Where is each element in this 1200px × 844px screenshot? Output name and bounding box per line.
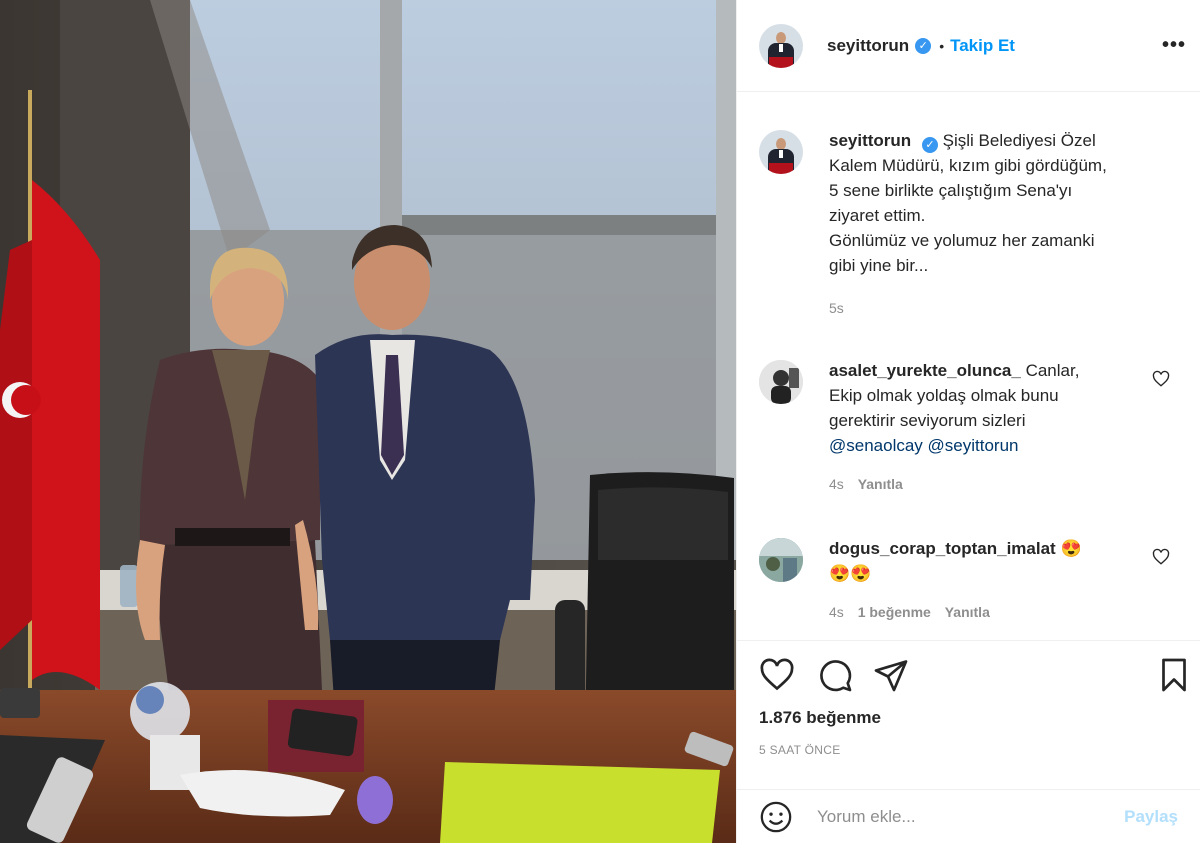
commenter-username[interactable]: asalet_yurekte_olunca_ <box>829 361 1021 380</box>
comment-time[interactable]: 4s <box>829 476 844 492</box>
verified-badge-icon: ✓ <box>921 137 938 153</box>
post-header: seyittorun ✓ • Takip Et ••• <box>737 0 1200 92</box>
comment-meta: 4s 1 beğenme Yanıtla <box>829 600 1150 625</box>
post-comment-button[interactable]: Paylaş <box>1124 807 1178 827</box>
author-avatar[interactable] <box>759 23 803 68</box>
verified-badge-icon: ✓ <box>915 37 932 54</box>
comment-text-line: Ekip olmak yoldaş olmak bunu <box>829 386 1059 405</box>
likes-count[interactable]: 1.876 beğenme <box>759 708 881 728</box>
caption-text-line: Kalem Müdürü, kızım gibi gördüğüm, <box>829 156 1107 175</box>
add-comment-bar: Paylaş <box>737 789 1200 844</box>
photo-illustration <box>0 0 736 843</box>
more-options-icon[interactable]: ••• <box>1162 34 1186 57</box>
caption-body: seyittorun ✓ Şişli Belediyesi Özel Kalem… <box>829 128 1178 321</box>
caption-time[interactable]: 5s <box>829 296 1150 321</box>
caption-text-line: gibi yine bir... <box>829 256 929 275</box>
bookmark-icon[interactable] <box>1156 657 1192 693</box>
comment-emoji: 😍 <box>1060 539 1082 558</box>
comment-item: dogus_corap_toptan_imalat 😍 😍😍 4s 1 beğe… <box>759 536 1178 625</box>
header-separator: • <box>939 37 945 54</box>
comment-meta: 4s Yanıtla <box>829 472 1150 497</box>
commenter-username[interactable]: dogus_corap_toptan_imalat <box>829 539 1056 558</box>
comment-item: asalet_yurekte_olunca_ Canlar, Ekip olma… <box>759 358 1178 497</box>
comment-likes[interactable]: 1 beğenme <box>858 604 931 620</box>
caption-text-line: 5 sene birlikte çalıştığım Sena'yı <box>829 181 1073 200</box>
caption-avatar[interactable] <box>759 130 803 174</box>
comment-time[interactable]: 4s <box>829 604 844 620</box>
comment-body: dogus_corap_toptan_imalat 😍 😍😍 4s 1 beğe… <box>829 536 1178 625</box>
heart-icon[interactable] <box>759 657 795 693</box>
reply-button[interactable]: Yanıtla <box>858 476 903 492</box>
post-sidebar: seyittorun ✓ • Takip Et ••• seyittorun ✓… <box>736 0 1200 843</box>
comment-text-line: gerektirir seviyorum sizleri <box>829 411 1026 430</box>
comment-bubble-icon[interactable] <box>817 657 853 693</box>
post-photo[interactable] <box>0 0 736 843</box>
comment-text-line: Canlar, <box>1025 361 1080 380</box>
caption-text-line: ziyaret ettim. <box>829 206 926 225</box>
caption-text-line: Şişli Belediyesi Özel <box>942 131 1096 150</box>
follow-button[interactable]: Takip Et <box>950 36 1015 56</box>
commenter-avatar[interactable] <box>759 538 803 582</box>
caption-username[interactable]: seyittorun <box>829 131 911 150</box>
caption: seyittorun ✓ Şişli Belediyesi Özel Kalem… <box>759 128 1178 321</box>
comment-input[interactable] <box>817 807 1125 827</box>
comments-list[interactable]: seyittorun ✓ Şişli Belediyesi Özel Kalem… <box>737 92 1200 640</box>
paper-plane-icon[interactable] <box>873 657 909 693</box>
mention-link[interactable]: @seyittorun <box>928 436 1019 455</box>
comment-emoji: 😍😍 <box>829 564 872 583</box>
reply-button[interactable]: Yanıtla <box>945 604 990 620</box>
mention-link[interactable]: @senaolcay <box>829 436 923 455</box>
post-time-ago: 5 SAAT ÖNCE <box>759 743 841 757</box>
caption-text-line: Gönlümüz ve yolumuz her zamanki <box>829 231 1095 250</box>
post-actions: 1.876 beğenme 5 SAAT ÖNCE Paylaş <box>737 640 1200 843</box>
comment-like-icon[interactable] <box>1152 370 1170 388</box>
smiley-icon[interactable] <box>759 800 793 834</box>
comment-body: asalet_yurekte_olunca_ Canlar, Ekip olma… <box>829 358 1178 497</box>
comment-like-icon[interactable] <box>1152 548 1170 566</box>
author-username[interactable]: seyittorun <box>827 36 909 56</box>
commenter-avatar[interactable] <box>759 360 803 404</box>
action-bar <box>759 657 1192 697</box>
